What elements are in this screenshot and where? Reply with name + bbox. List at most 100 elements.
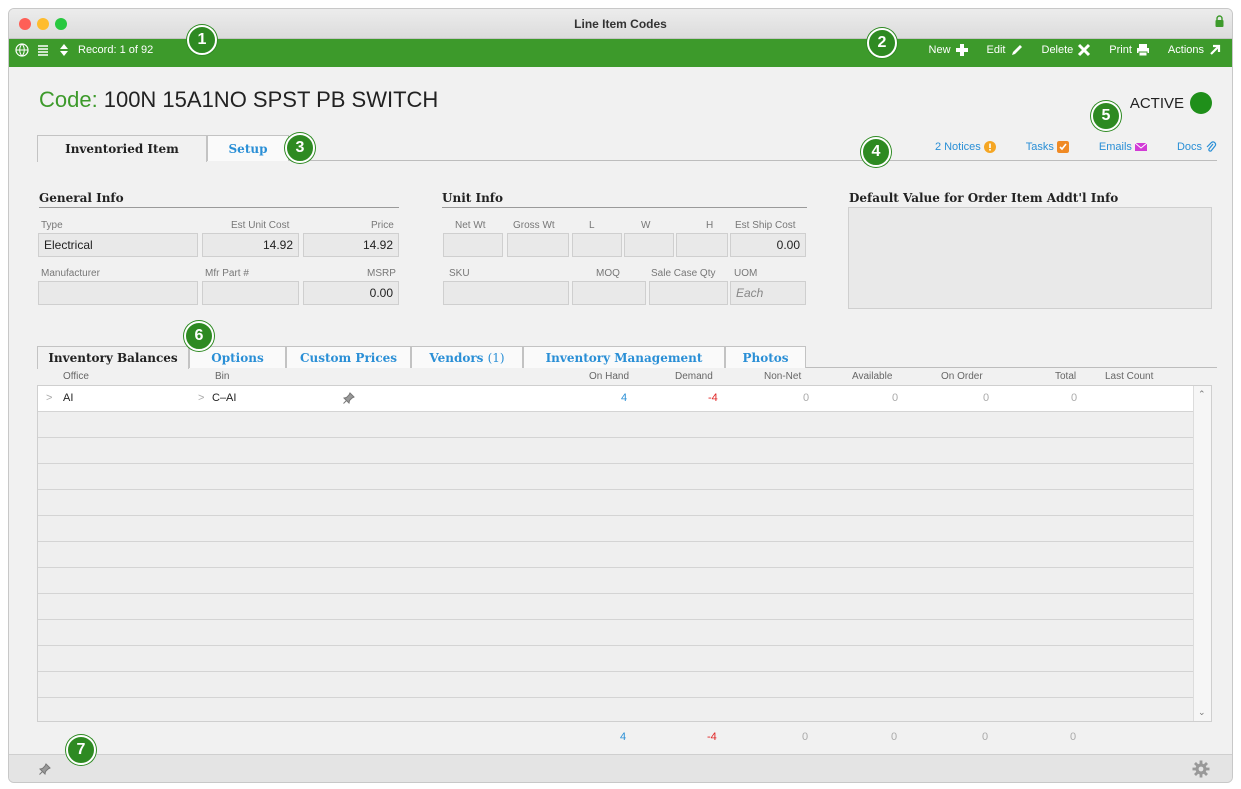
print-button[interactable]: Print xyxy=(1109,43,1150,57)
est-ship-cost-label: Est Ship Cost xyxy=(735,220,796,231)
table-row-empty xyxy=(38,438,1193,464)
emails-link[interactable]: Emails xyxy=(1099,141,1147,153)
column-header-demand[interactable]: Demand xyxy=(675,371,713,382)
actions-button[interactable]: Actions xyxy=(1168,43,1222,57)
table-row-empty xyxy=(38,672,1193,698)
tab-photos[interactable]: Photos xyxy=(725,346,806,368)
column-header-on-hand[interactable]: On Hand xyxy=(589,371,629,382)
scroll-down-arrow-icon[interactable]: ⌄ xyxy=(1198,707,1206,718)
width-field[interactable] xyxy=(624,233,674,257)
type-label: Type xyxy=(41,220,63,231)
edit-button-label: Edit xyxy=(986,44,1006,56)
status-dot-icon[interactable] xyxy=(1190,92,1212,114)
msrp-field[interactable]: 0.00 xyxy=(303,281,399,305)
globe-icon[interactable] xyxy=(15,43,29,57)
manufacturer-field[interactable] xyxy=(38,281,198,305)
code-label: Code: xyxy=(39,87,98,112)
delete-button-label: Delete xyxy=(1041,44,1074,56)
pin-icon[interactable] xyxy=(39,763,51,775)
tab-vendors[interactable]: Vendors (1) xyxy=(411,346,523,368)
non-net-cell: 0 xyxy=(803,392,810,404)
moq-field[interactable] xyxy=(572,281,646,305)
column-header-office[interactable]: Office xyxy=(63,371,89,382)
width-label: W xyxy=(641,220,651,231)
paperclip-icon xyxy=(1206,141,1217,152)
est-unit-cost-field[interactable]: 14.92 xyxy=(202,233,299,257)
sale-case-qty-label: Sale Case Qty xyxy=(651,268,716,279)
column-header-on-order[interactable]: On Order xyxy=(941,371,983,382)
docs-label: Docs xyxy=(1176,141,1202,153)
column-header-total[interactable]: Total xyxy=(1055,371,1076,382)
envelope-icon xyxy=(1134,142,1147,151)
main-tabs: Inventoried Item Setup 2 Notices Tasks E… xyxy=(37,135,1217,162)
check-icon xyxy=(1056,141,1069,153)
notices-link[interactable]: 2 Notices xyxy=(935,141,996,153)
type-field[interactable]: Electrical xyxy=(38,233,198,257)
sku-label: SKU xyxy=(449,268,470,279)
est-ship-cost-field[interactable]: 0.00 xyxy=(730,233,806,257)
actions-button-label: Actions xyxy=(1167,44,1204,56)
scroll-up-arrow-icon[interactable]: ⌃ xyxy=(1198,389,1206,400)
tab-inventoried-item[interactable]: Inventoried Item xyxy=(37,135,207,162)
on-hand-cell: 4 xyxy=(621,392,628,404)
expand-bin-chevron-icon[interactable]: > xyxy=(198,392,204,404)
length-label: L xyxy=(589,220,595,231)
msrp-label: MSRP xyxy=(367,268,396,279)
list-icon[interactable] xyxy=(36,43,50,57)
callout-1: 1 xyxy=(187,25,217,55)
vendors-count: (1) xyxy=(487,350,505,365)
column-header-available[interactable]: Available xyxy=(852,371,892,382)
office-cell: AI xyxy=(63,392,74,404)
bin-cell: C–AI xyxy=(212,392,237,404)
code-value: 100N 15A1NO SPST PB SWITCH xyxy=(103,87,439,112)
table-row-empty xyxy=(38,516,1193,542)
tab-setup[interactable]: Setup xyxy=(207,135,289,161)
total-demand: -4 xyxy=(707,731,717,743)
sku-field[interactable] xyxy=(443,281,569,305)
grid-column-headers: Office Bin On Hand Demand Non-Net Availa… xyxy=(37,371,1217,385)
docs-link[interactable]: Docs xyxy=(1177,141,1217,153)
height-field[interactable] xyxy=(676,233,728,257)
tab-inventory-management[interactable]: Inventory Management xyxy=(523,346,725,368)
gear-icon[interactable] xyxy=(1192,760,1210,778)
column-header-last-count[interactable]: Last Count xyxy=(1105,371,1153,382)
table-row-empty xyxy=(38,698,1193,721)
pin-icon[interactable] xyxy=(343,392,355,404)
gross-wt-field[interactable] xyxy=(507,233,569,257)
net-wt-field[interactable] xyxy=(443,233,503,257)
price-field[interactable]: 14.92 xyxy=(303,233,399,257)
sale-case-qty-field[interactable] xyxy=(649,281,728,305)
expand-office-chevron-icon[interactable]: > xyxy=(46,392,52,404)
delete-button[interactable]: Delete xyxy=(1042,43,1092,57)
general-info-title: General Info xyxy=(39,191,399,208)
emails-label: Emails xyxy=(1098,141,1132,153)
unit-info-title: Unit Info xyxy=(442,191,807,208)
tab-custom-prices[interactable]: Custom Prices xyxy=(286,346,411,368)
up-down-arrows-icon[interactable] xyxy=(57,43,71,57)
new-button[interactable]: New xyxy=(929,43,969,57)
grid-scrollbar[interactable]: ⌃ ⌄ xyxy=(1193,386,1211,721)
table-row-empty xyxy=(38,490,1193,516)
demand-cell: -4 xyxy=(708,392,718,404)
total-available: 0 xyxy=(891,731,898,743)
edit-button[interactable]: Edit xyxy=(987,43,1024,57)
tab-inventory-balances[interactable]: Inventory Balances xyxy=(37,346,189,369)
warning-icon xyxy=(983,141,996,153)
table-row-empty xyxy=(38,412,1193,438)
callout-7: 7 xyxy=(66,735,96,765)
mfr-part-field[interactable] xyxy=(202,281,299,305)
callout-3: 3 xyxy=(285,133,315,163)
uom-field[interactable]: Each xyxy=(730,281,806,305)
length-field[interactable] xyxy=(572,233,622,257)
vendors-tab-label: Vendors xyxy=(429,350,484,365)
available-cell: 0 xyxy=(892,392,899,404)
tasks-link[interactable]: Tasks xyxy=(1026,141,1069,153)
status-label: ACTIVE xyxy=(1129,94,1184,112)
table-row[interactable]: > AI > C–AI 4 -4 0 0 0 0 xyxy=(38,386,1193,412)
callout-4: 4 xyxy=(861,137,891,167)
default-value-textarea[interactable] xyxy=(848,207,1212,309)
printer-icon xyxy=(1136,44,1149,57)
column-header-non-net[interactable]: Non-Net xyxy=(764,371,801,382)
default-value-title: Default Value for Order Item Addt'l Info xyxy=(849,191,1119,205)
column-header-bin[interactable]: Bin xyxy=(215,371,229,382)
